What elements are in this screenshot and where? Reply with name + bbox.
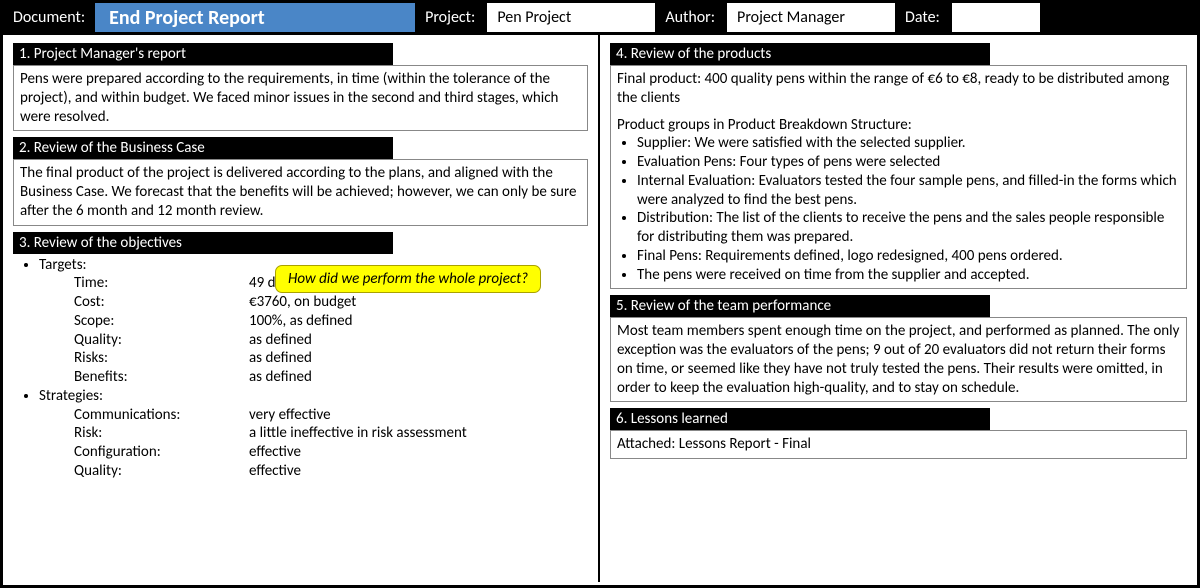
- doc-label: Document:: [3, 3, 95, 32]
- document-header: Document: End Project Report Project: Pe…: [3, 3, 1197, 35]
- products-groups-label: Product groups in Product Breakdown Stru…: [617, 116, 1180, 135]
- list-item: Quality:as defined: [74, 331, 582, 350]
- list-item: The pens were received on time from the …: [637, 266, 1180, 285]
- list-item: Quality:effective: [74, 462, 582, 481]
- list-item: Communications:very effective: [74, 406, 582, 425]
- right-column: 4. Review of the products Final product:…: [600, 35, 1197, 582]
- section-heading: 3. Review of the objectives: [13, 232, 393, 254]
- section-body: Attached: Lessons Report - Final: [610, 430, 1187, 459]
- section-body: Most team members spent enough time on t…: [610, 317, 1187, 402]
- section-body: Pens were prepared according to the requ…: [13, 65, 588, 131]
- list-item: Scope:100%, as defined: [74, 312, 582, 331]
- section-products: 4. Review of the products Final product:…: [610, 43, 1187, 289]
- strategies-list: Communications:very effectiveRisk:a litt…: [19, 406, 582, 481]
- strategies-label: Strategies:: [39, 387, 582, 406]
- list-item: Benefits:as defined: [74, 368, 582, 387]
- list-item: Risk:a little ineffective in risk assess…: [74, 424, 582, 443]
- project-label: Project:: [415, 3, 485, 32]
- section-heading: 1. Project Manager's report: [13, 43, 393, 65]
- list-item: Cost:€3760, on budget: [74, 293, 582, 312]
- section-heading: 2. Review of the Business Case: [13, 137, 393, 159]
- list-item: Internal Evaluation: Evaluators tested t…: [637, 172, 1180, 210]
- section-body: The final product of the project is deli…: [13, 159, 588, 225]
- date-label: Date:: [895, 3, 950, 32]
- section-heading: 6. Lessons learned: [610, 408, 990, 430]
- list-item: Evaluation Pens: Four types of pens were…: [637, 153, 1180, 172]
- list-item: Risks:as defined: [74, 349, 582, 368]
- date-value: [950, 3, 1040, 32]
- section-heading: 4. Review of the products: [610, 43, 990, 65]
- author-value: Project Manager: [725, 3, 895, 32]
- section-pm-report: 1. Project Manager's report Pens were pr…: [13, 43, 588, 131]
- list-item: Supplier: We were satisfied with the sel…: [637, 134, 1180, 153]
- section-business-case: 2. Review of the Business Case The final…: [13, 137, 588, 225]
- left-column: 1. Project Manager's report Pens were pr…: [3, 35, 600, 582]
- list-item: Distribution: The list of the clients to…: [637, 209, 1180, 247]
- section-heading: 5. Review of the team performance: [610, 295, 990, 317]
- section-body: Final product: 400 quality pens within t…: [610, 65, 1187, 289]
- list-item: Configuration:effective: [74, 443, 582, 462]
- callout-note: How did we perform the whole project?: [275, 265, 541, 293]
- products-intro: Final product: 400 quality pens within t…: [617, 70, 1180, 108]
- author-label: Author:: [655, 3, 725, 32]
- list-item: Final Pens: Requirements defined, logo r…: [637, 247, 1180, 266]
- section-team-performance: 5. Review of the team performance Most t…: [610, 295, 1187, 402]
- project-value: Pen Project: [485, 3, 655, 32]
- doc-title: End Project Report: [95, 3, 415, 32]
- products-list: Supplier: We were satisfied with the sel…: [617, 134, 1180, 284]
- section-lessons: 6. Lessons learned Attached: Lessons Rep…: [610, 408, 1187, 459]
